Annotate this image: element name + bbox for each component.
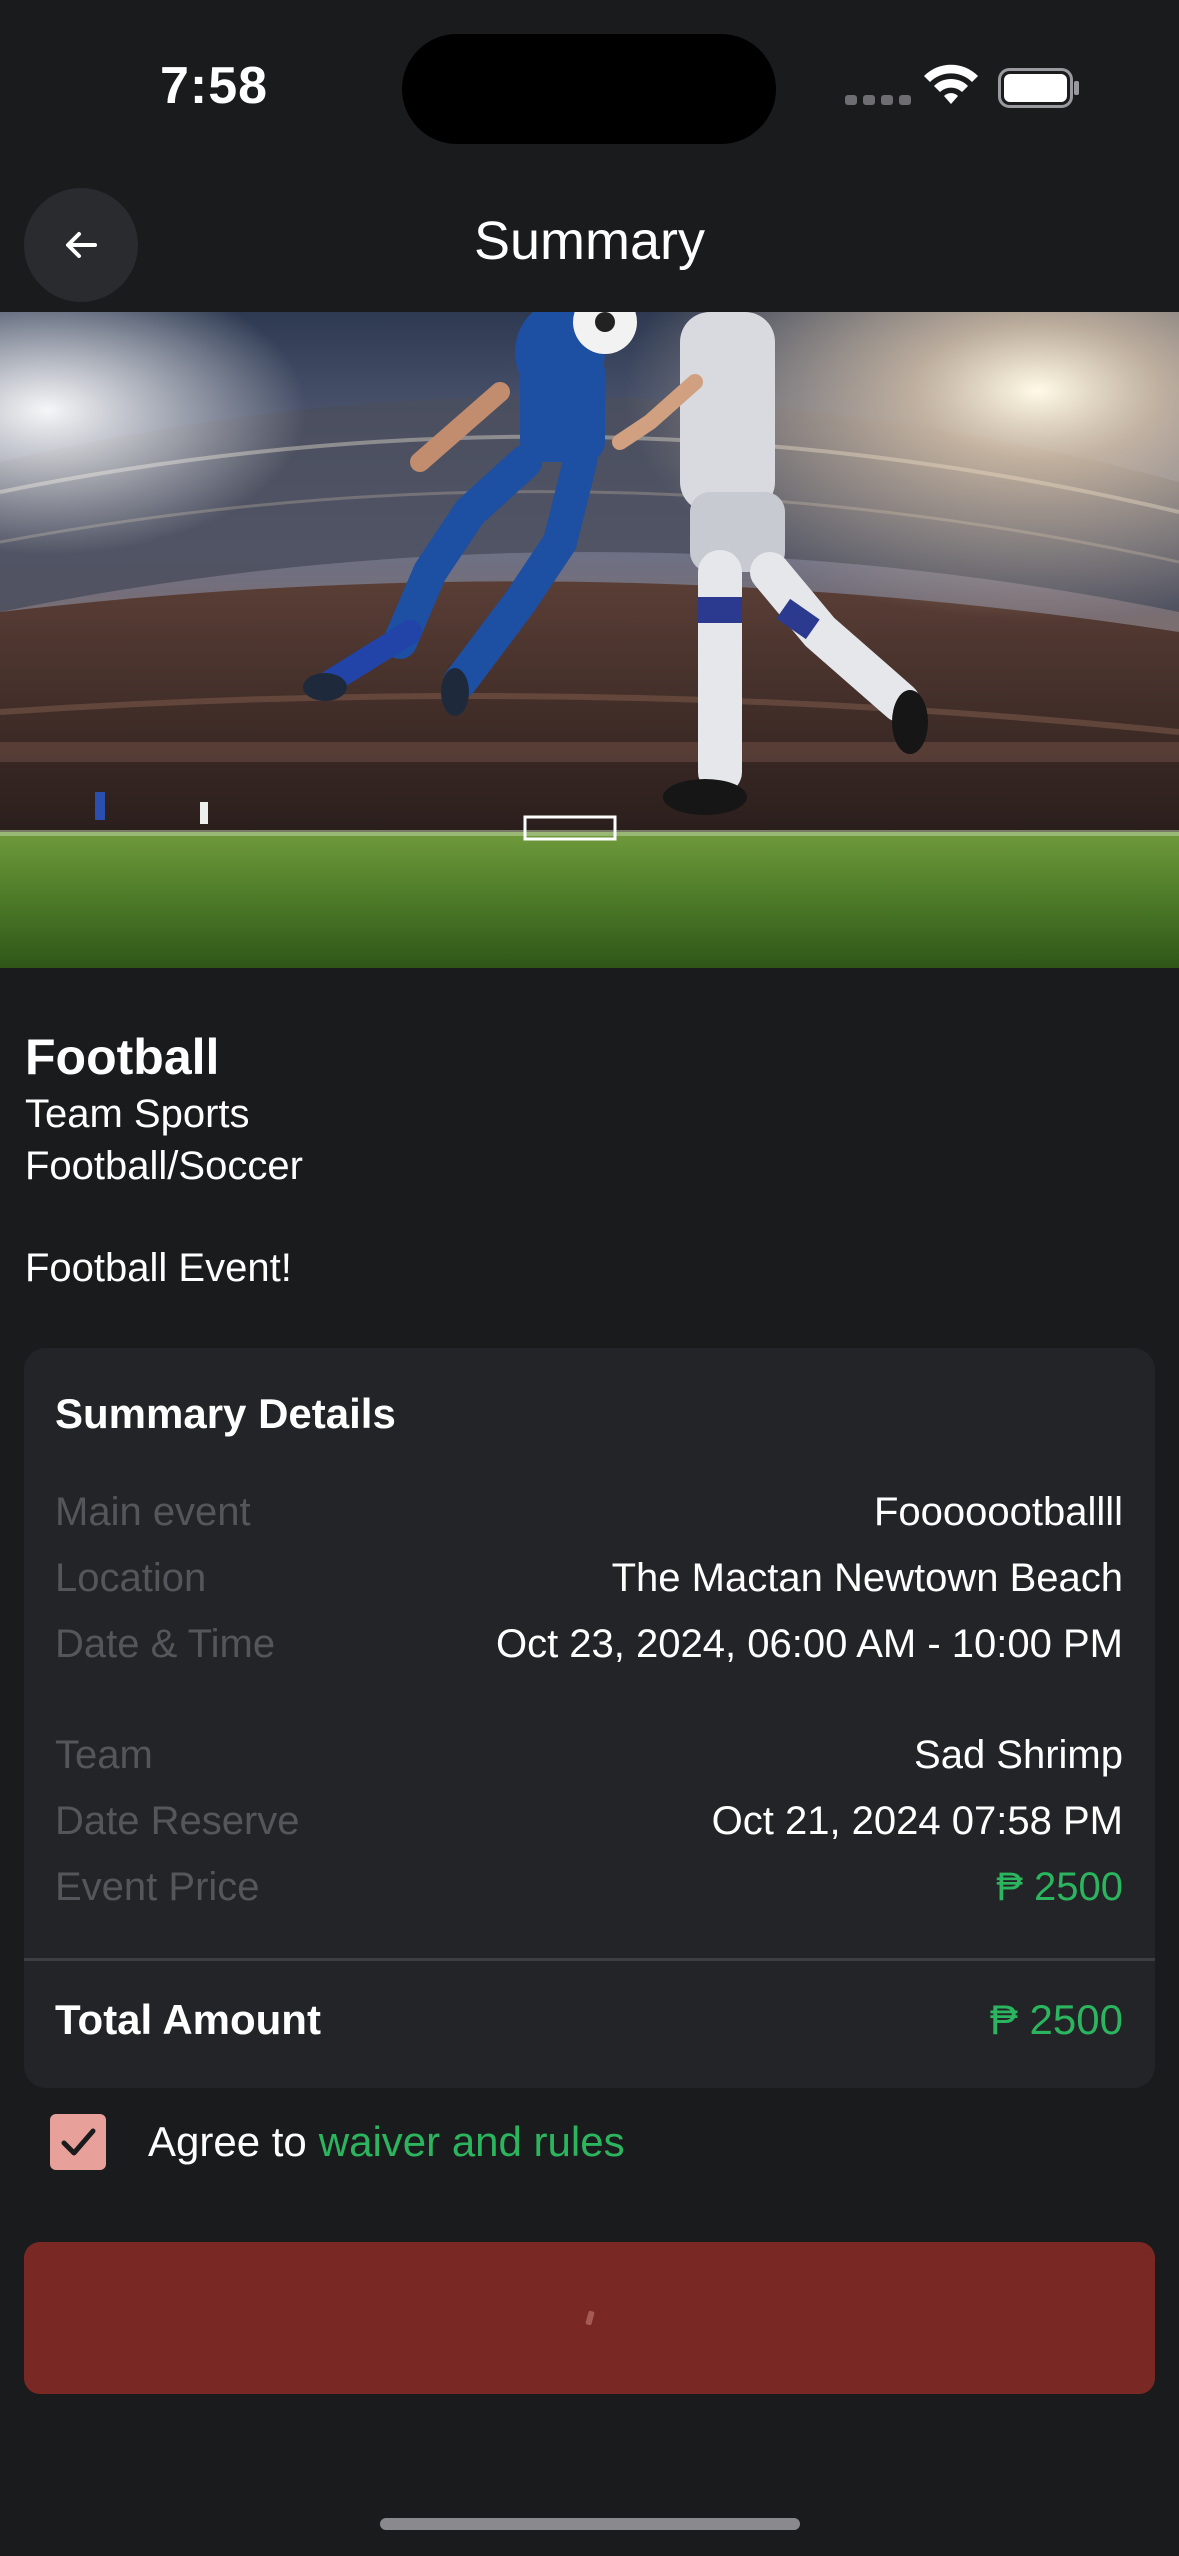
submit-button[interactable] (24, 2242, 1155, 2394)
total-amount-row: Total Amount ₱ 2500 (55, 1990, 1123, 2050)
row-label: Main event (55, 1489, 251, 1534)
status-time: 7:58 (160, 57, 269, 115)
total-label: Total Amount (55, 1996, 321, 2043)
row-label: Date Reserve (55, 1798, 300, 1843)
home-indicator[interactable] (380, 2518, 800, 2530)
nav-bar: Summary (0, 180, 1179, 310)
summary-row-event-price: Event Price ₱ 2500 (55, 1859, 1123, 1915)
divider (24, 1958, 1155, 1961)
summary-card: Summary Details Main event Fooooootballl… (24, 1348, 1155, 2088)
row-value: Sad Shrimp (914, 1732, 1123, 1777)
total-value: ₱ 2500 (989, 1996, 1123, 2043)
row-value: ₱ 2500 (996, 1864, 1123, 1909)
row-value: Oct 21, 2024 07:58 PM (711, 1798, 1123, 1843)
row-label: Date & Time (55, 1621, 276, 1666)
loading-spinner-icon (584, 2310, 595, 2326)
row-value: Oct 23, 2024, 06:00 AM - 10:00 PM (495, 1621, 1123, 1666)
event-banner-image (0, 312, 1179, 968)
summary-row-date-reserve: Date Reserve Oct 21, 2024 07:58 PM (55, 1793, 1123, 1849)
summary-row-location: Location The Mactan Newtown Beach (55, 1550, 1123, 1606)
event-subcategory: Football/Soccer (25, 1144, 303, 1188)
summary-row-date-time: Date & Time Oct 23, 2024, 06:00 AM - 10:… (55, 1616, 1123, 1672)
dynamic-island (402, 34, 776, 144)
agreement-row: Agree to waiver and rules (50, 2113, 625, 2171)
summary-row-main-event: Main event Fooooootballll (55, 1484, 1123, 1540)
summary-title: Summary Details (55, 1390, 396, 1437)
row-label: Event Price (55, 1864, 260, 1909)
waiver-rules-link[interactable]: waiver and rules (319, 2118, 625, 2166)
page-title: Summary (473, 211, 706, 271)
summary-row-team: Team Sad Shrimp (55, 1727, 1123, 1783)
status-bar: 7:58 (0, 0, 1179, 170)
check-icon (61, 2128, 96, 2156)
event-category: Team Sports (25, 1092, 250, 1136)
event-name: Football (25, 1029, 220, 1085)
row-value: The Mactan Newtown Beach (611, 1555, 1123, 1600)
row-label: Location (55, 1555, 207, 1600)
agree-text: Agree to (148, 2118, 307, 2165)
wifi-icon (924, 64, 978, 104)
event-description: Football Event! (25, 1246, 292, 1290)
row-label: Team (55, 1732, 153, 1777)
battery-icon (998, 68, 1079, 108)
agree-checkbox[interactable] (50, 2114, 106, 2170)
row-value: Fooooootballll (873, 1489, 1123, 1534)
signal-icon (845, 95, 911, 105)
